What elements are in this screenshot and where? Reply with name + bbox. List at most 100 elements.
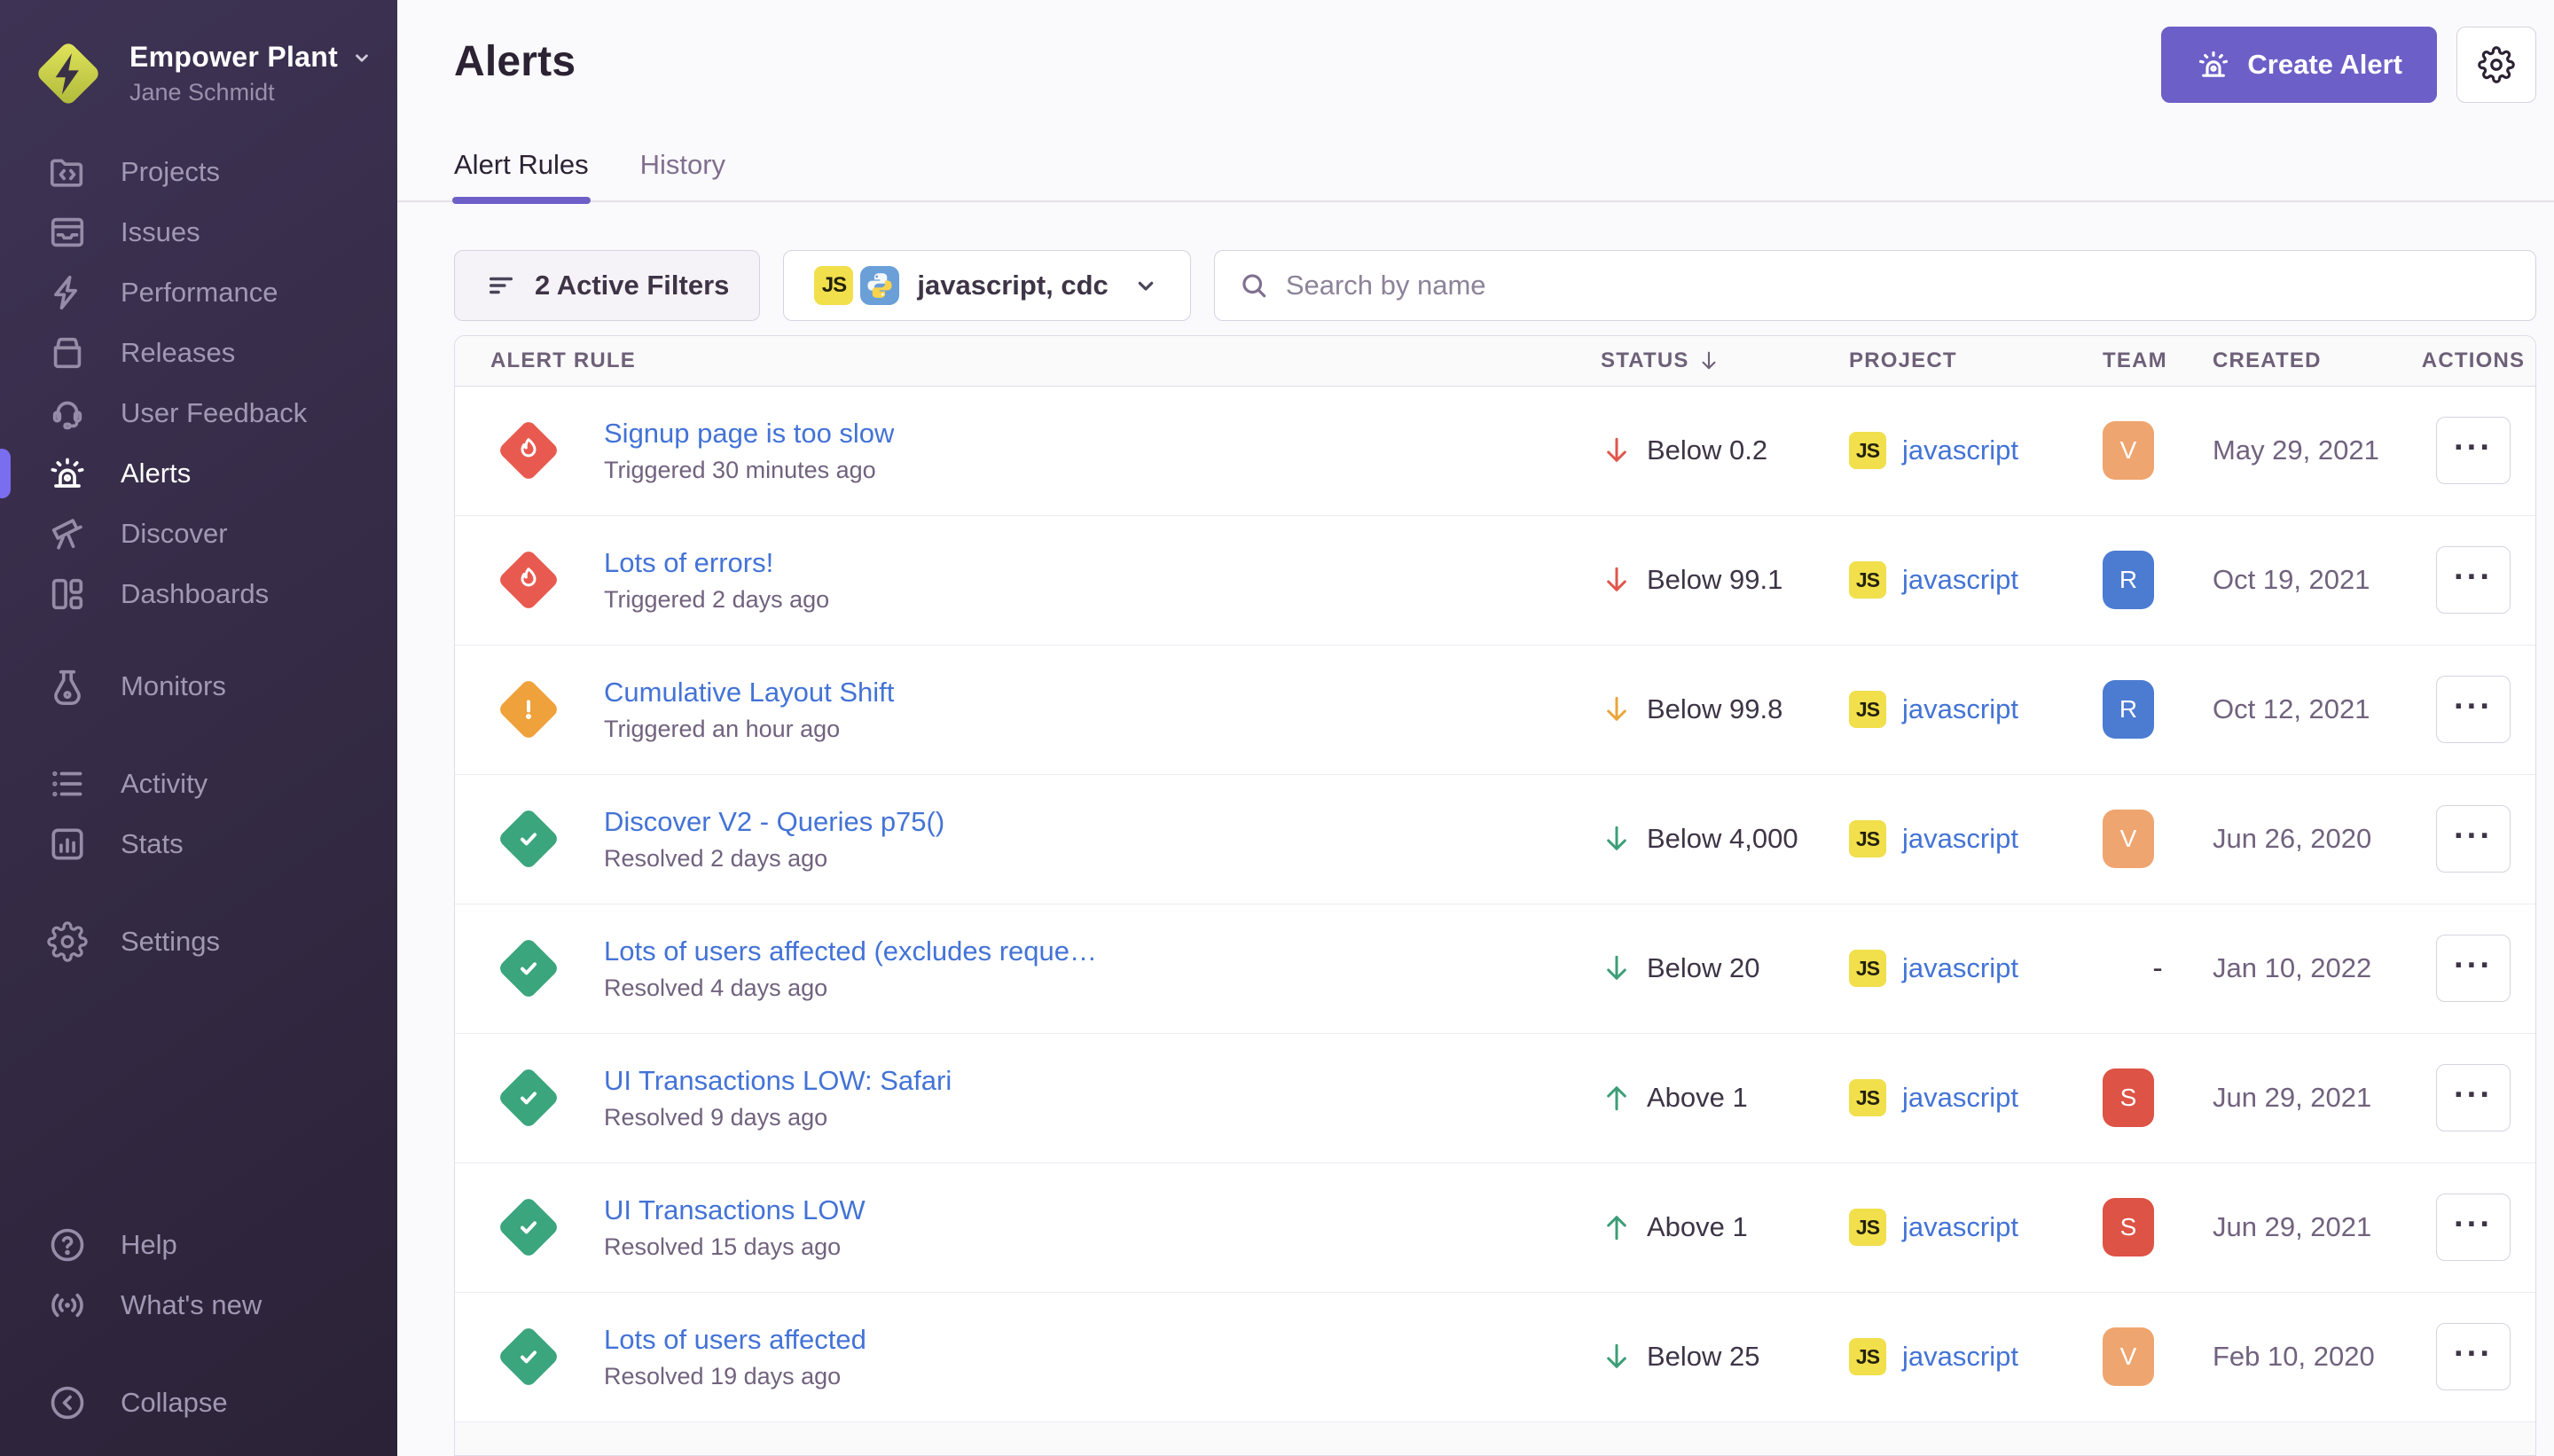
row-actions-button[interactable]: ··· <box>2436 1194 2511 1261</box>
javascript-project-icon: JS <box>814 266 853 305</box>
column-header-project[interactable]: Project <box>1849 348 2103 373</box>
alert-rule-link[interactable]: Discover V2 - Queries p75() <box>604 806 944 838</box>
project-cell: JS javascript <box>1849 691 2103 728</box>
row-actions-button[interactable]: ··· <box>2436 805 2511 873</box>
active-filters-button[interactable]: 2 Active Filters <box>454 250 760 321</box>
alert-status-diamond-icon <box>490 1189 567 1265</box>
project-link[interactable]: javascript <box>1902 693 2018 725</box>
project-link[interactable]: javascript <box>1902 1211 2018 1243</box>
javascript-platform-icon: JS <box>1849 950 1886 987</box>
project-link[interactable]: javascript <box>1902 1082 2018 1114</box>
check-icon <box>490 801 567 877</box>
project-link[interactable]: javascript <box>1902 564 2018 596</box>
table-row[interactable]: Discover V2 - Queries p75() Resolved 2 d… <box>455 775 2535 904</box>
alert-rule-link[interactable]: UI Transactions LOW: Safari <box>604 1065 952 1097</box>
table-row[interactable]: UI Transactions LOW Resolved 15 days ago… <box>455 1163 2535 1293</box>
sidebar-item-settings[interactable]: Settings <box>0 912 397 972</box>
actions-cell: ··· <box>2411 1323 2535 1390</box>
status-arrow-icon <box>1601 693 1633 725</box>
project-link[interactable]: javascript <box>1902 823 2018 855</box>
created-cell: May 29, 2021 <box>2213 434 2411 466</box>
row-actions-button[interactable]: ··· <box>2436 1064 2511 1131</box>
project-cell: JS javascript <box>1849 561 2103 599</box>
team-avatar: V <box>2103 421 2154 480</box>
table-row[interactable]: Signup page is too slow Triggered 30 min… <box>455 387 2535 516</box>
discover-icon <box>46 513 89 555</box>
performance-icon <box>46 271 89 314</box>
column-header-alert-rule[interactable]: Alert Rule <box>455 348 1601 373</box>
table-row[interactable]: Lots of users affected Resolved 19 days … <box>455 1293 2535 1422</box>
alert-status-diamond-icon <box>490 801 567 877</box>
org-switcher[interactable]: Empower Plant Jane Schmidt <box>0 30 397 117</box>
alert-rule-link[interactable]: Lots of users affected <box>604 1324 866 1356</box>
sidebar-collapse-button[interactable]: Collapse <box>0 1373 397 1433</box>
status-arrow-icon <box>1601 1211 1633 1243</box>
status-arrow-icon <box>1601 952 1633 984</box>
sidebar-item-label: User Feedback <box>121 397 307 429</box>
table-row[interactable]: Lots of errors! Triggered 2 days ago Bel… <box>455 516 2535 646</box>
alert-rule-link[interactable]: Cumulative Layout Shift <box>604 677 894 708</box>
sidebar-item-issues[interactable]: Issues <box>0 202 397 262</box>
created-cell: Oct 12, 2021 <box>2213 693 2411 725</box>
project-link[interactable]: javascript <box>1902 434 2018 466</box>
team-avatar: S <box>2103 1069 2154 1127</box>
actions-cell: ··· <box>2411 1064 2535 1131</box>
sidebar-item-dashboards[interactable]: Dashboards <box>0 564 397 624</box>
team-cell: S <box>2103 1069 2213 1127</box>
row-actions-button[interactable]: ··· <box>2436 1323 2511 1390</box>
actions-cell: ··· <box>2411 546 2535 614</box>
team-cell: R <box>2103 551 2213 609</box>
alert-status-diamond-icon <box>490 671 567 748</box>
project-cell: JS javascript <box>1849 950 2103 987</box>
sidebar-item-discover[interactable]: Discover <box>0 504 397 564</box>
tab-history[interactable]: History <box>640 149 725 200</box>
sidebar-item-monitors[interactable]: Monitors <box>0 656 397 716</box>
check-icon <box>490 1060 567 1136</box>
column-header-created[interactable]: Created <box>2213 348 2411 373</box>
row-actions-button[interactable]: ··· <box>2436 676 2511 743</box>
sidebar-item-label: Collapse <box>121 1387 228 1419</box>
alert-rule-cell: UI Transactions LOW Resolved 15 days ago <box>455 1189 1601 1265</box>
status-cell: Above 1 <box>1601 1082 1849 1114</box>
project-link[interactable]: javascript <box>1902 1341 2018 1373</box>
row-actions-button[interactable]: ··· <box>2436 417 2511 484</box>
alert-rule-text: Discover V2 - Queries p75() Resolved 2 d… <box>604 806 971 873</box>
row-actions-button[interactable]: ··· <box>2436 546 2511 614</box>
table-row[interactable]: Lots of users affected (excludes reque… … <box>455 904 2535 1034</box>
create-alert-button[interactable]: Create Alert <box>2161 27 2437 103</box>
project-link[interactable]: javascript <box>1902 952 2018 984</box>
table-row[interactable]: Cumulative Layout Shift Triggered an hou… <box>455 646 2535 775</box>
alert-rule-link[interactable]: Signup page is too slow <box>604 418 894 450</box>
project-cell: JS javascript <box>1849 1338 2103 1375</box>
sidebar-item-whats-new[interactable]: What's new <box>0 1275 397 1335</box>
flame-icon <box>490 542 567 618</box>
actions-cell: ··· <box>2411 1194 2535 1261</box>
sidebar-item-projects[interactable]: Projects <box>0 142 397 202</box>
alert-settings-button[interactable] <box>2456 27 2536 103</box>
collapse-icon <box>46 1382 89 1424</box>
alert-status-diamond-icon <box>490 930 567 1006</box>
column-header-team[interactable]: Team <box>2103 348 2213 373</box>
flame-icon <box>490 412 567 489</box>
sidebar-item-help[interactable]: Help <box>0 1215 397 1275</box>
row-actions-button[interactable]: ··· <box>2436 935 2511 1002</box>
status-label: Below 25 <box>1647 1341 1760 1373</box>
search-input[interactable] <box>1286 270 2512 301</box>
team-avatar: R <box>2103 551 2154 609</box>
table-row[interactable]: UI Transactions LOW: Safari Resolved 9 d… <box>455 1034 2535 1163</box>
column-header-status[interactable]: Status <box>1601 348 1849 373</box>
project-selector[interactable]: JS javascript, cdc <box>783 250 1190 321</box>
sidebar-item-alerts[interactable]: Alerts <box>0 443 397 504</box>
sidebar-nav: Projects Issues Performance Releases Use… <box>0 142 397 972</box>
sidebar-item-activity[interactable]: Activity <box>0 754 397 814</box>
alert-rule-link[interactable]: Lots of users affected (excludes reque… <box>604 935 1097 967</box>
sidebar-item-stats[interactable]: Stats <box>0 814 397 874</box>
alert-rule-link[interactable]: Lots of errors! <box>604 547 829 579</box>
sidebar-item-user-feedback[interactable]: User Feedback <box>0 383 397 443</box>
alert-rule-link[interactable]: UI Transactions LOW <box>604 1194 866 1226</box>
alert-rule-text: UI Transactions LOW: Safari Resolved 9 d… <box>604 1065 978 1131</box>
sidebar-item-releases[interactable]: Releases <box>0 323 397 383</box>
sidebar-item-performance[interactable]: Performance <box>0 262 397 323</box>
alert-rule-subtext: Resolved 9 days ago <box>604 1104 952 1131</box>
tab-alert-rules[interactable]: Alert Rules <box>454 149 589 200</box>
